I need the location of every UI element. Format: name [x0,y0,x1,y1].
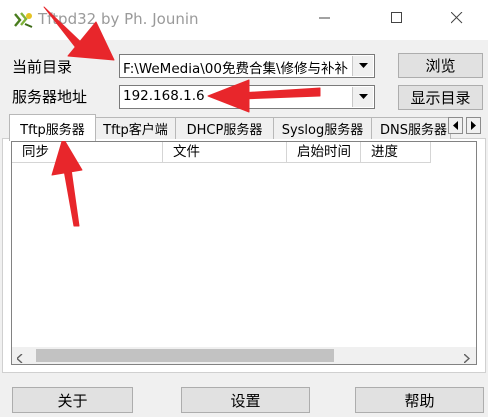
scroll-left-icon[interactable] [15,351,23,367]
transfer-list[interactable]: 同步 文件 启始时间 进度 [11,141,477,365]
scrollbar-thumb[interactable] [36,349,334,362]
horizontal-scrollbar[interactable] [12,347,476,364]
arrow-left-icon [452,118,459,134]
maximize-button[interactable] [374,0,420,40]
tab-scroll-right-button[interactable] [466,117,481,134]
maximize-icon [391,12,403,28]
server-addr-value: 192.168.1.6 [123,88,205,104]
close-icon [450,11,463,28]
server-addr-label: 服务器地址 [12,88,88,106]
tab-dns-server[interactable]: DNS服务器 [371,117,451,139]
chevron-down-icon[interactable] [352,56,373,76]
tab-tftp-server[interactable]: Tftp服务器 [9,114,96,141]
current-dir-label: 当前目录 [12,58,73,76]
column-header-start-time[interactable]: 启始时间 [287,142,361,163]
tab-dhcp-server[interactable]: DHCP服务器 [175,117,274,139]
tab-scroll-left-button[interactable] [448,117,463,134]
tab-tftp-client[interactable]: Tftp客户端 [95,117,176,139]
minimize-icon [319,12,331,28]
about-button[interactable]: 关于 [12,387,133,413]
window-title: Tftpd32 by Ph. Jounin [38,10,199,28]
current-dir-value: F:\WeMedia\00免费合集\修修与补补 [123,61,348,77]
close-button[interactable] [434,0,480,40]
browse-button[interactable]: 浏览 [398,53,483,78]
server-addr-combobox[interactable]: 192.168.1.6 [119,85,375,109]
arrow-right-icon [470,118,477,134]
chevron-down-icon[interactable] [352,87,373,107]
app-logo-icon [12,10,34,30]
show-dir-button[interactable]: 显示目录 [398,85,483,110]
settings-button[interactable]: 设置 [181,387,310,413]
tab-syslog-server[interactable]: Syslog服务器 [273,117,372,139]
help-button[interactable]: 帮助 [355,387,484,413]
column-header-progress[interactable]: 进度 [361,142,431,163]
title-bar: Tftpd32 by Ph. Jounin [0,0,488,40]
minimize-button[interactable] [302,0,348,40]
current-dir-combobox[interactable]: F:\WeMedia\00免费合集\修修与补补 [119,54,375,78]
column-header-file[interactable]: 文件 [163,142,287,163]
column-header-sync[interactable]: 同步 [12,142,163,163]
scroll-right-icon[interactable] [463,351,471,367]
